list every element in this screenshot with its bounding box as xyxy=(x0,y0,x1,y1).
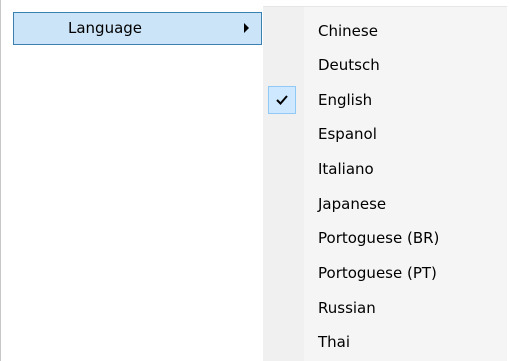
language-item-chinese[interactable]: Chinese xyxy=(263,14,507,48)
language-item-english[interactable]: English xyxy=(263,83,507,117)
language-item-label: Espanol xyxy=(318,125,377,143)
language-item-label: Russian xyxy=(318,299,376,317)
language-item-italiano[interactable]: Italiano xyxy=(263,152,507,186)
language-item-label: Portoguese (PT) xyxy=(318,264,437,282)
language-item-label: English xyxy=(318,91,373,109)
checked-indicator xyxy=(268,86,296,114)
menu-screen: Language Chinese Deutsch English Espanol… xyxy=(0,0,509,361)
language-item-label: Portoguese (BR) xyxy=(318,229,440,247)
language-item-label: Italiano xyxy=(318,160,374,178)
language-item-label: Chinese xyxy=(318,22,378,40)
context-menu: Language xyxy=(0,0,263,361)
language-item-russian[interactable]: Russian xyxy=(263,291,507,325)
menu-item-label: Language xyxy=(68,19,143,37)
checkmark-icon xyxy=(276,95,288,105)
language-item-portoguese-br[interactable]: Portoguese (BR) xyxy=(263,221,507,255)
language-item-thai[interactable]: Thai xyxy=(263,325,507,359)
language-item-japanese[interactable]: Japanese xyxy=(263,187,507,221)
language-item-deutsch[interactable]: Deutsch xyxy=(263,48,507,82)
language-submenu: Chinese Deutsch English Espanol Italiano… xyxy=(263,6,507,361)
menu-item-language[interactable]: Language xyxy=(13,12,262,45)
language-item-label: Japanese xyxy=(318,195,387,213)
submenu-arrow-icon xyxy=(244,23,249,33)
language-item-espanol[interactable]: Espanol xyxy=(263,117,507,151)
language-item-portoguese-pt[interactable]: Portoguese (PT) xyxy=(263,256,507,290)
language-item-label: Deutsch xyxy=(318,56,380,74)
language-item-label: Thai xyxy=(318,333,351,351)
